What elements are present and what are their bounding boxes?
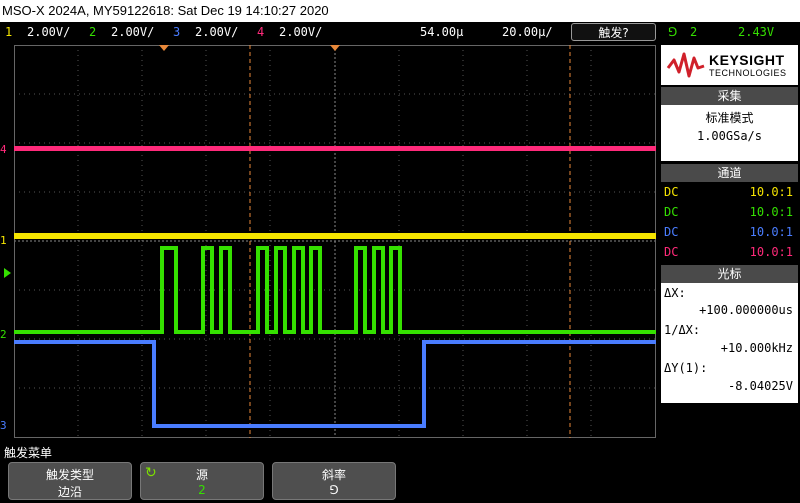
channel-row-4[interactable]: DC 10.0:1 [661,242,798,262]
ch3-number[interactable]: 3 [173,25,180,39]
sample-rate: 1.00GSa/s [696,129,763,143]
logo-sub: TECHNOLOGIES [709,68,787,78]
keysight-wave-icon [666,52,705,78]
delta-y-value: -8.04025V [727,379,793,393]
trigger-level-marker[interactable] [4,268,11,278]
inv-delta-x-label: 1/ΔX: [664,323,701,337]
softkey-3-title: 斜率 [321,468,346,482]
ch1-number[interactable]: 1 [5,25,12,39]
waveform-display[interactable] [14,45,656,438]
softkey-trigger-type[interactable]: 触发类型 边沿 [8,462,132,500]
ch4-number[interactable]: 4 [257,25,264,39]
ch4-coupling: DC [664,245,679,259]
acquire-panel[interactable]: 标准模式 1.00GSa/s [661,105,798,161]
softkey-1-value: 边沿 [57,485,82,499]
ch2-probe: 10.0:1 [749,205,793,219]
delta-y-label: ΔY(1): [664,361,708,375]
delta-x-value: +100.000000us [699,303,793,317]
channel-row-3[interactable]: DC 10.0:1 [661,222,798,242]
channels-panel[interactable]: DC 10.0:1 DC 10.0:1 DC 10.0:1 DC 10.0:1 [661,182,798,264]
softkey-2-title: 源 [195,468,208,482]
softkey-slope[interactable]: 斜率 ⅁ [272,462,396,500]
channel-row-2[interactable]: DC 10.0:1 [661,202,798,222]
trigger-source: 2 [690,25,698,39]
softkey-1-title: 触发类型 [45,468,94,482]
ch4-scale[interactable]: 2.00V/ [279,25,322,39]
ch1-trace [14,233,656,239]
ch2-ground-marker[interactable]: 2 [0,328,14,341]
ch2-scale[interactable]: 2.00V/ [111,25,154,39]
ch3-ground-marker[interactable]: 3 [0,419,14,432]
cursors-panel[interactable]: ΔX: +100.000000us 1/ΔX: +10.000kHz ΔY(1)… [661,283,798,403]
acquire-header[interactable]: 采集 [661,87,798,105]
ch3-scale[interactable]: 2.00V/ [195,25,238,39]
ch3-probe: 10.0:1 [749,225,793,239]
ch3-coupling: DC [664,225,679,239]
window-title: MSO-X 2024A, MY59122618: Sat Dec 19 14:1… [0,0,800,22]
softkey-2-value: 2 [198,483,206,497]
softkey-source[interactable]: ↻ 源 2 [140,462,264,500]
trigger-status-button[interactable]: 触发? [571,23,656,41]
ch1-scale[interactable]: 2.00V/ [27,25,70,39]
inv-delta-x-value: +10.000kHz [720,341,793,355]
delay-value[interactable]: 54.00µ [420,25,463,39]
ch4-trace [14,146,656,151]
trigger-position-marker[interactable] [159,45,169,51]
status-bar: 1 2.00V/ 2 2.00V/ 3 2.00V/ 4 2.00V/ 54.0… [0,22,800,42]
acquire-mode: 标准模式 [705,111,754,125]
channels-header[interactable]: 通道 [661,164,798,182]
trigger-edge-icon: ⅁ [668,25,678,39]
ch4-probe: 10.0:1 [749,245,793,259]
delta-x-label: ΔX: [664,286,686,300]
ch1-ground-marker[interactable]: 1 [0,234,14,247]
ch2-number[interactable]: 2 [89,25,96,39]
trigger-level[interactable]: 2.43V [738,25,774,39]
sidebar: KEYSIGHT TECHNOLOGIES 采集 标准模式 1.00GSa/s … [660,44,799,440]
cursors-header[interactable]: 光标 [661,265,798,283]
softkey-3-value: ⅁ [329,483,339,497]
ch1-coupling: DC [664,185,679,199]
ch1-probe: 10.0:1 [749,185,793,199]
ch4-ground-marker[interactable]: 4 [0,143,14,156]
keysight-logo: KEYSIGHT TECHNOLOGIES [661,45,798,85]
timebase-value[interactable]: 20.00µ/ [502,25,553,39]
center-axes [14,45,656,438]
ch2-coupling: DC [664,205,679,219]
menu-title: 触发菜单 [4,446,53,460]
channel-row-1[interactable]: DC 10.0:1 [661,182,798,202]
logo-name: KEYSIGHT [709,52,785,68]
delay-center-marker [330,45,340,51]
